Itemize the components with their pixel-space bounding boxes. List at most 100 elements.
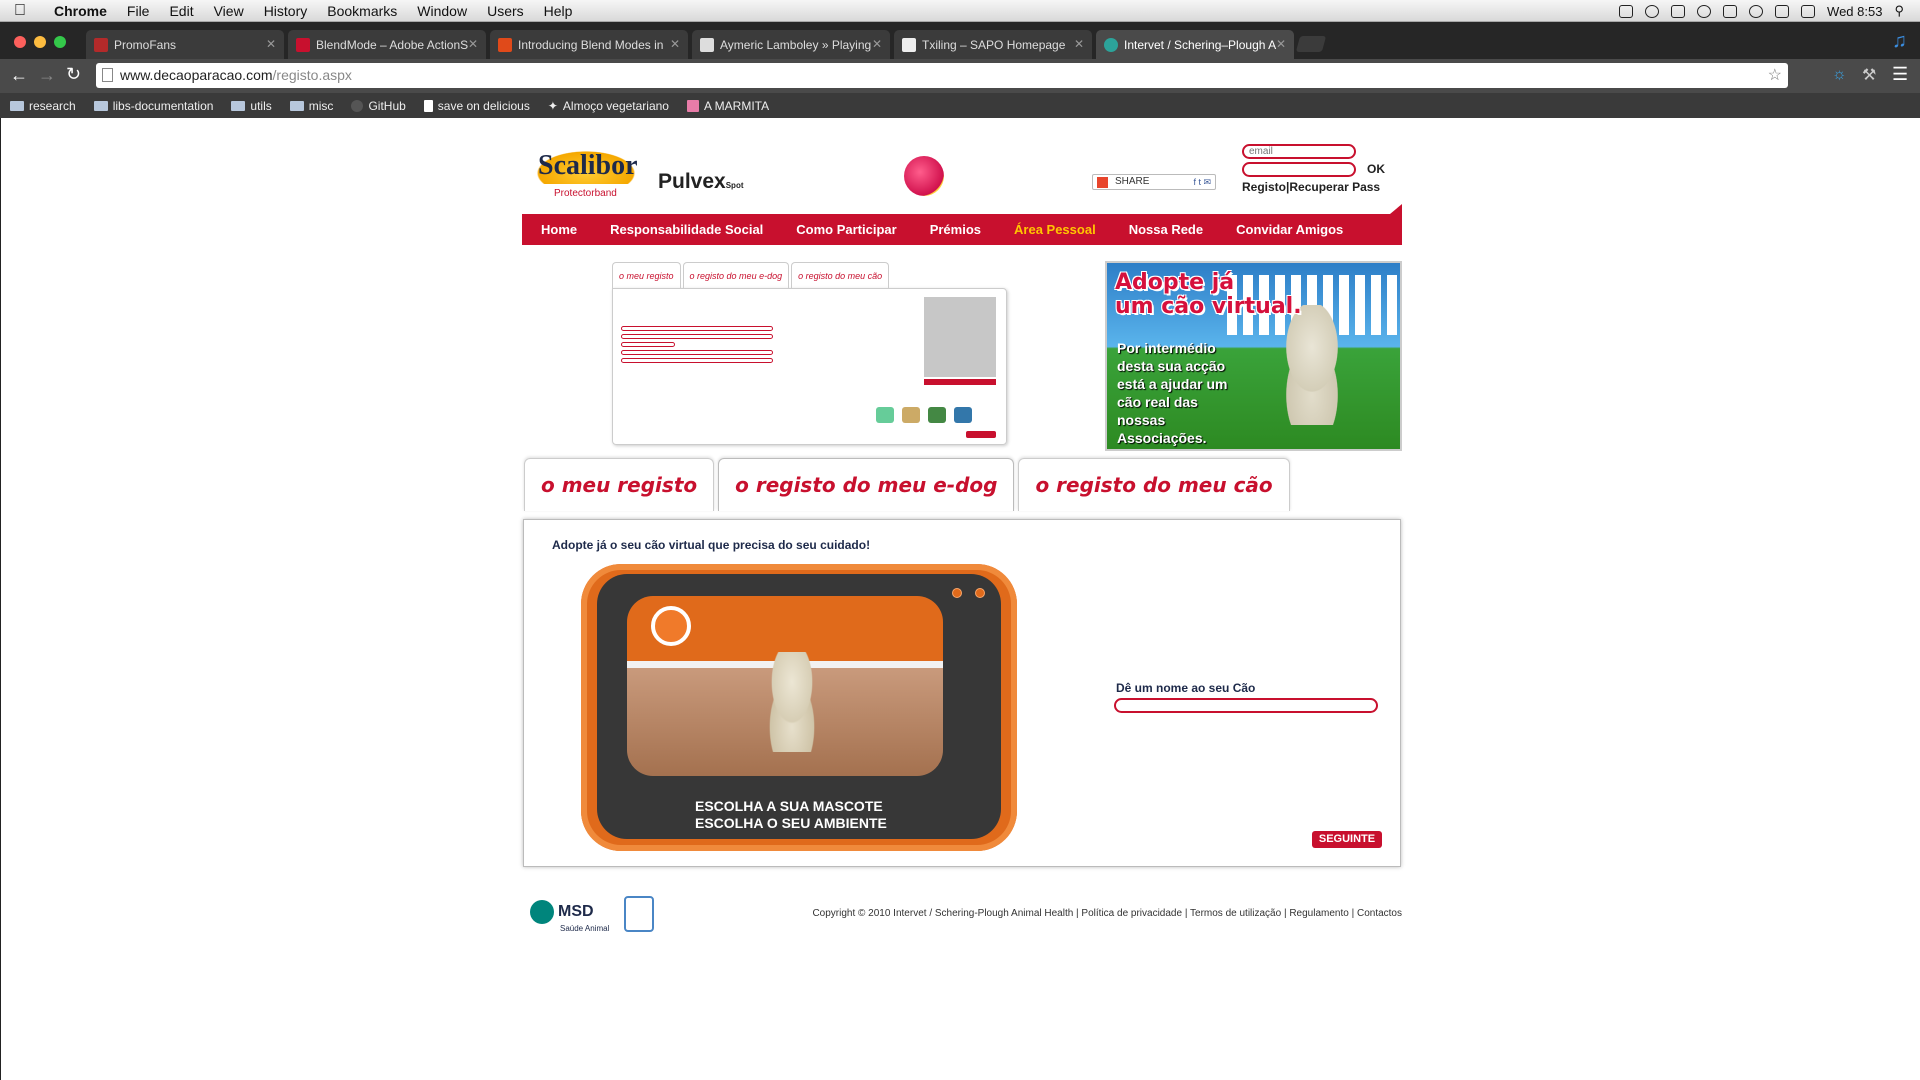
mini-name-field[interactable]: [621, 326, 773, 331]
reload-icon[interactable]: ↻: [66, 64, 81, 85]
wrench-icon[interactable]: ⚒: [1862, 65, 1876, 85]
tv-knob-icon[interactable]: [975, 588, 985, 598]
wifi-icon[interactable]: [1775, 4, 1790, 18]
bookmark-misc[interactable]: misc: [289, 99, 333, 113]
pulvex-logo[interactable]: PulvexSpot: [658, 170, 744, 194]
nav-convidar-amigos[interactable]: Convidar Amigos: [1236, 222, 1343, 237]
globe-icon[interactable]: [1645, 4, 1660, 18]
nav-nossa-rede[interactable]: Nossa Rede: [1129, 222, 1203, 237]
tab-aymeric[interactable]: Aymeric Lamboley » Playing ✕: [692, 30, 890, 59]
tab-blendmode[interactable]: BlendMode – Adobe ActionS ✕: [288, 30, 486, 59]
association-logo[interactable]: [928, 407, 946, 423]
association-logo[interactable]: [954, 407, 972, 423]
menu-edit[interactable]: Edit: [169, 3, 193, 19]
menu-view[interactable]: View: [214, 3, 244, 19]
screen-icon[interactable]: [1723, 4, 1738, 18]
menu-icon[interactable]: ☰: [1892, 64, 1908, 85]
tv-screen[interactable]: [627, 596, 943, 776]
scalibor-logo[interactable]: Scalibor Protectorband: [530, 140, 642, 200]
copyright-links[interactable]: Copyright © 2010 Intervet / Schering-Plo…: [812, 908, 1402, 919]
chat-icon[interactable]: [1697, 4, 1712, 18]
bookmark-github[interactable]: GitHub: [351, 99, 406, 113]
bookmark-libs-documentation[interactable]: libs-documentation: [93, 99, 213, 113]
tv-knob-icon[interactable]: [952, 588, 962, 598]
mini-confirm-field[interactable]: [621, 358, 773, 363]
back-icon[interactable]: ←: [10, 65, 28, 86]
tab-intervet[interactable]: Intervet / Schering–Plough A ✕: [1096, 30, 1294, 59]
nav-premios[interactable]: Prémios: [930, 222, 981, 237]
lpda-logo[interactable]: [624, 896, 654, 932]
menu-users[interactable]: Users: [487, 3, 524, 19]
register-link[interactable]: Registo: [1242, 180, 1286, 194]
bookmark-utils[interactable]: utils: [231, 99, 272, 113]
nav-responsabilidade-social[interactable]: Responsabilidade Social: [610, 222, 763, 237]
volume-icon[interactable]: [1801, 4, 1816, 18]
mini-email-field[interactable]: [621, 334, 773, 339]
new-tab-button[interactable]: [1295, 36, 1327, 52]
dog-name-input[interactable]: [1114, 698, 1378, 713]
bookmark-a-marmita[interactable]: A MARMITA: [686, 99, 769, 113]
forward-icon[interactable]: →: [38, 65, 56, 86]
time-machine-icon[interactable]: [1749, 4, 1764, 18]
next-button[interactable]: SEGUINTE: [1312, 831, 1382, 848]
association-logo[interactable]: [876, 407, 894, 423]
password-field[interactable]: [1242, 162, 1356, 177]
mini-birthdate-field[interactable]: [621, 342, 675, 347]
bookmark-almoco[interactable]: ✦ Almoço vegetariano: [548, 99, 669, 113]
menu-history[interactable]: History: [264, 3, 308, 19]
drive-icon[interactable]: [1619, 4, 1634, 18]
upload-photo-button[interactable]: [924, 379, 996, 385]
mini-next-button[interactable]: [966, 431, 996, 438]
msd-logo[interactable]: MSD Saúde Animal: [530, 900, 609, 933]
nav-como-participar[interactable]: Como Participar: [796, 222, 896, 237]
spotlight-icon[interactable]: ⚲: [1894, 3, 1904, 19]
extension-icon[interactable]: ☼: [1832, 66, 1847, 84]
mini-password-field[interactable]: [621, 350, 773, 355]
star-icon[interactable]: ☆: [1768, 65, 1782, 85]
address-bar[interactable]: www.decaoparacao.com/registo.aspx ☆: [96, 63, 1788, 88]
tab-meu-edog[interactable]: o registo do meu e-dog: [718, 458, 1015, 511]
nav-area-pessoal[interactable]: Área Pessoal: [1014, 222, 1096, 237]
clock[interactable]: Wed 8:53: [1827, 4, 1882, 19]
login-ok-button[interactable]: OK: [1367, 162, 1385, 176]
tab-meu-registo[interactable]: o meu registo: [524, 458, 715, 511]
choose-environment-label[interactable]: ESCOLHA O SEU AMBIENTE: [695, 815, 887, 832]
tab-promofans[interactable]: PromoFans ✕: [86, 30, 284, 59]
mini-tab-edog[interactable]: o registo do meu e-dog: [682, 262, 790, 288]
menu-window[interactable]: Window: [417, 3, 467, 19]
close-tab-icon[interactable]: ✕: [468, 37, 478, 51]
close-tab-icon[interactable]: ✕: [670, 37, 680, 51]
association-logo[interactable]: [902, 407, 920, 423]
menu-file[interactable]: File: [127, 3, 150, 19]
menu-help[interactable]: Help: [544, 3, 573, 19]
minimize-window-icon[interactable]: [34, 36, 46, 48]
close-tab-icon[interactable]: ✕: [872, 37, 882, 51]
email-field[interactable]: [1242, 144, 1356, 159]
mini-tab-meu-registo[interactable]: o meu registo: [612, 262, 681, 288]
menu-bookmarks[interactable]: Bookmarks: [327, 3, 397, 19]
adopt-ad-banner[interactable]: Adopte já um cão virtual. Por intermédio …: [1105, 261, 1402, 451]
recover-password-link[interactable]: Recuperar Pass: [1289, 180, 1380, 194]
bookmark-save-on-delicious[interactable]: save on delicious: [423, 99, 530, 113]
web-content: Scalibor Protectorband PulvexSpot SHARE …: [0, 118, 1920, 1080]
share-button[interactable]: SHARE f t ✉: [1092, 174, 1216, 190]
bluetooth-icon[interactable]: [1671, 4, 1686, 18]
zoom-window-icon[interactable]: [54, 36, 66, 48]
tab-txiling[interactable]: Txiling – SAPO Homepage ✕: [894, 30, 1092, 59]
nav-home[interactable]: Home: [541, 222, 577, 237]
virtual-puppy[interactable]: [757, 652, 827, 752]
association-logos[interactable]: [876, 407, 996, 427]
close-tab-icon[interactable]: ✕: [266, 37, 276, 51]
apple-icon[interactable]: : [14, 2, 36, 20]
mini-tab-meu-cao[interactable]: o registo do meu cão: [791, 262, 890, 288]
choose-mascot-label[interactable]: ESCOLHA A SUA MASCOTE: [695, 798, 887, 815]
bookmark-research[interactable]: research: [10, 99, 76, 113]
menu-app-name[interactable]: Chrome: [54, 3, 107, 19]
close-tab-icon[interactable]: ✕: [1074, 37, 1084, 51]
tab-blend-modes[interactable]: Introducing Blend Modes in ✕: [490, 30, 688, 59]
tab-meu-cao[interactable]: o registo do meu cão: [1018, 458, 1290, 511]
tv-pet-selector[interactable]: ESCOLHA A SUA MASCOTE ESCOLHA O SEU AMBIE…: [581, 564, 1017, 851]
close-tab-icon[interactable]: ✕: [1276, 37, 1286, 51]
music-icon[interactable]: ♫: [1892, 30, 1907, 52]
close-window-icon[interactable]: [14, 36, 26, 48]
